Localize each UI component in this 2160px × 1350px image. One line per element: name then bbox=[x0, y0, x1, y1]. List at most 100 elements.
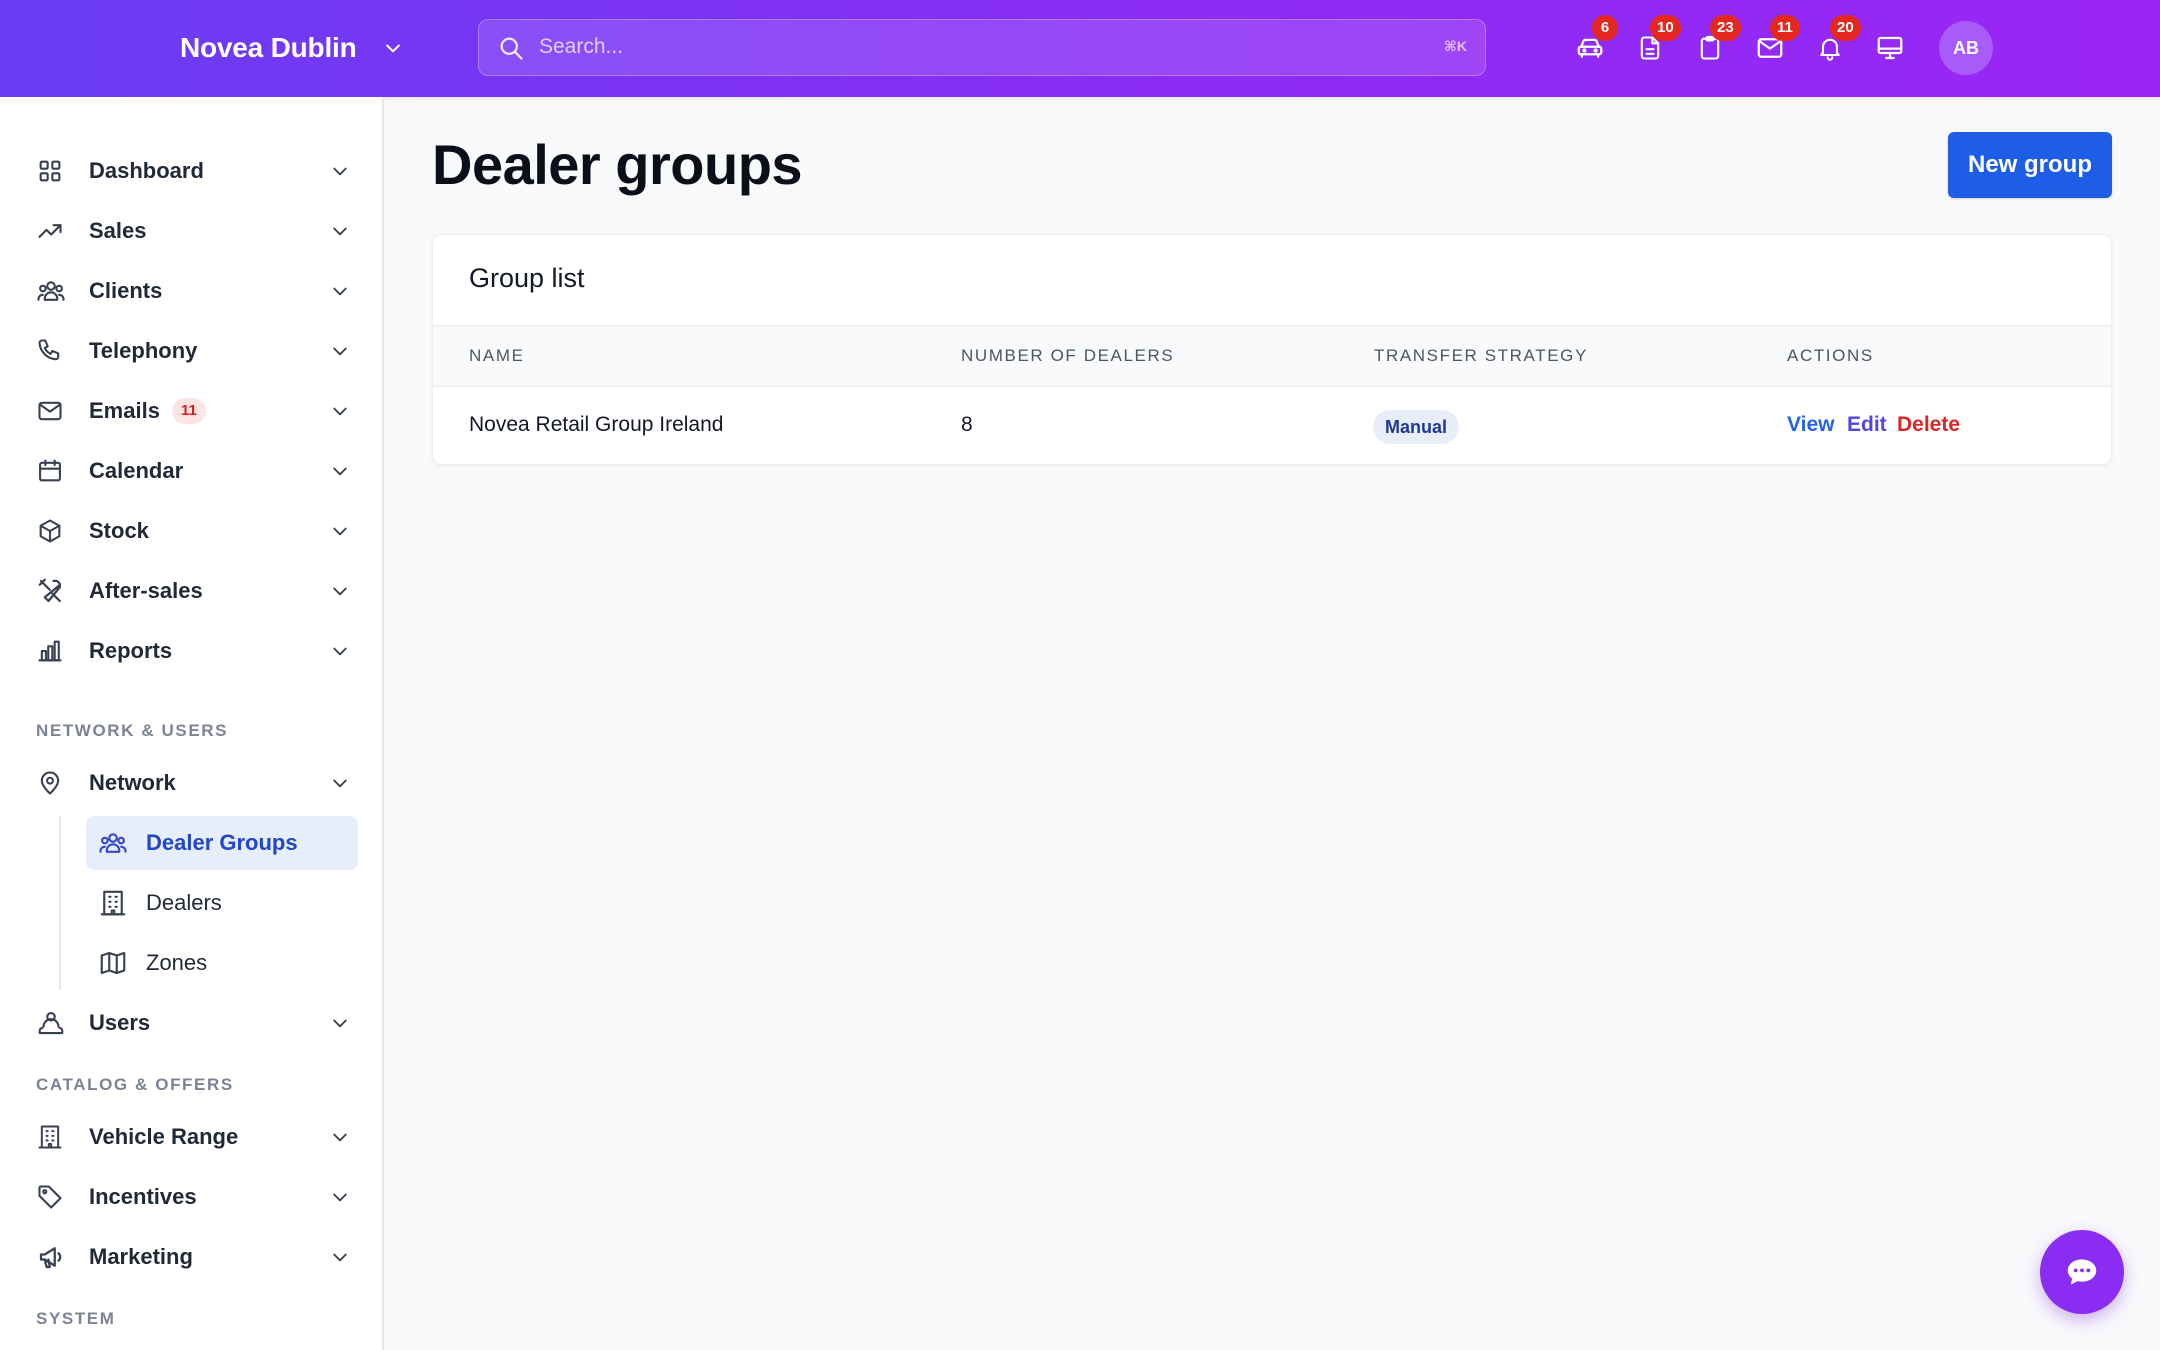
sidebar-item-dashboard[interactable]: Dashboard bbox=[36, 145, 350, 197]
document-badge: 10 bbox=[1650, 15, 1681, 41]
users-icon bbox=[36, 276, 70, 306]
column-header-dealers: NUMBER OF DEALERS bbox=[961, 346, 1175, 365]
notifications-button[interactable]: 20 bbox=[1812, 15, 1861, 66]
chevron-down-icon bbox=[330, 221, 350, 241]
sidebar-item-zones[interactable]: Zones bbox=[86, 936, 358, 990]
search-shortcut: ⌘K bbox=[1443, 38, 1467, 54]
sidebar-section-system: SYSTEM bbox=[36, 1309, 116, 1328]
users-icon bbox=[98, 828, 128, 858]
top-bar: Novea Dublin ⌘K 6 10 23 11 bbox=[0, 0, 2160, 97]
sidebar-item-telephony[interactable]: Telephony bbox=[36, 325, 350, 377]
chevron-down-icon bbox=[330, 401, 350, 421]
delete-link[interactable]: Delete bbox=[1897, 413, 1960, 437]
user-avatar[interactable]: AB bbox=[1939, 21, 1993, 75]
sidebar-item-marketing[interactable]: Marketing bbox=[36, 1231, 350, 1283]
sidebar-item-dealers[interactable]: Dealers bbox=[86, 876, 358, 930]
sidebar-item-label: Vehicle Range bbox=[89, 1124, 239, 1149]
dealer-count: 8 bbox=[961, 413, 973, 436]
sidebar-item-calendar[interactable]: Calendar bbox=[36, 445, 350, 497]
group-list-card: Group list NAME NUMBER OF DEALERS TRANSF… bbox=[432, 234, 2112, 465]
chevron-down-icon bbox=[330, 1187, 350, 1207]
sidebar-item-network[interactable]: Network bbox=[36, 757, 350, 809]
sidebar-section-catalog: CATALOG & OFFERS bbox=[36, 1075, 234, 1094]
sidebar-item-label: Dealer Groups bbox=[146, 830, 298, 855]
documents-button[interactable]: 10 bbox=[1632, 15, 1681, 66]
chevron-down-icon bbox=[330, 341, 350, 361]
chat-button[interactable] bbox=[2040, 1230, 2124, 1314]
chevron-down-icon bbox=[383, 38, 403, 58]
table-row: Novea Retail Group Ireland 8 Manual View… bbox=[433, 387, 2111, 464]
mail-badge: 11 bbox=[1770, 15, 1800, 41]
column-header-strategy: TRANSFER STRATEGY bbox=[1374, 346, 1588, 365]
chevron-down-icon bbox=[330, 773, 350, 793]
chevron-down-icon bbox=[330, 641, 350, 661]
group-name: Novea Retail Group Ireland bbox=[469, 413, 724, 436]
display-button[interactable] bbox=[1872, 30, 1908, 66]
brand-name: Novea Dublin bbox=[180, 32, 357, 63]
sidebar-item-label: Sales bbox=[89, 218, 147, 243]
sidebar-item-dealer-groups[interactable]: Dealer Groups bbox=[86, 816, 358, 870]
sidebar-item-vehicle-range[interactable]: Vehicle Range bbox=[36, 1111, 350, 1163]
clipboard-badge: 23 bbox=[1710, 15, 1741, 41]
sidebar-item-reports[interactable]: Reports bbox=[36, 625, 350, 677]
tools-icon bbox=[36, 576, 70, 606]
search-input[interactable] bbox=[539, 20, 1399, 74]
search-bar[interactable]: ⌘K bbox=[478, 19, 1486, 76]
car-button[interactable]: 6 bbox=[1572, 15, 1618, 66]
sidebar-section-network: NETWORK & USERS bbox=[36, 721, 229, 740]
emails-count-badge: 11 bbox=[171, 398, 206, 424]
trending-up-icon bbox=[36, 217, 70, 245]
chevron-down-icon bbox=[330, 161, 350, 181]
messages-button[interactable]: 11 bbox=[1752, 15, 1800, 66]
bell-badge: 20 bbox=[1830, 15, 1861, 41]
tag-icon bbox=[36, 1183, 70, 1211]
map-pin-icon bbox=[36, 769, 70, 797]
phone-icon bbox=[36, 337, 70, 365]
sidebar-item-clients[interactable]: Clients bbox=[36, 265, 350, 317]
chevron-down-icon bbox=[330, 581, 350, 601]
chevron-down-icon bbox=[330, 281, 350, 301]
sidebar-item-users[interactable]: Users bbox=[36, 997, 350, 1049]
monitor-icon bbox=[1875, 33, 1905, 63]
building-icon bbox=[36, 1123, 70, 1151]
chevron-down-icon bbox=[330, 1127, 350, 1147]
mail-icon bbox=[36, 397, 70, 425]
sidebar-item-label: Clients bbox=[89, 278, 163, 303]
chevron-down-icon bbox=[330, 521, 350, 541]
sidebar-item-emails[interactable]: Emails 11 bbox=[36, 385, 350, 437]
sidebar-item-label: Calendar bbox=[89, 458, 184, 483]
sidebar-item-label: Dealers bbox=[146, 890, 222, 915]
view-link[interactable]: View bbox=[1787, 413, 1834, 437]
cube-icon bbox=[36, 517, 70, 545]
sidebar-item-label: Zones bbox=[146, 950, 208, 975]
chevron-down-icon bbox=[330, 1013, 350, 1033]
page-title: Dealer groups bbox=[432, 133, 803, 196]
sidebar-item-label: Users bbox=[89, 1010, 151, 1035]
grid-icon bbox=[36, 157, 70, 185]
strategy-badge: Manual bbox=[1373, 410, 1460, 444]
sidebar-item-label: Emails bbox=[89, 398, 160, 423]
new-group-button[interactable]: New group bbox=[1948, 132, 2112, 198]
sidebar-item-label: Dashboard bbox=[89, 158, 204, 183]
sidebar-item-label: Incentives bbox=[89, 1184, 197, 1209]
edit-link[interactable]: Edit bbox=[1847, 413, 1887, 437]
tree-connector bbox=[59, 816, 61, 990]
chart-bars-icon bbox=[36, 637, 70, 665]
sidebar-item-label: Marketing bbox=[89, 1244, 193, 1269]
calendar-icon bbox=[36, 457, 70, 485]
sidebar-item-stock[interactable]: Stock bbox=[36, 505, 350, 557]
sidebar-item-after-sales[interactable]: After-sales bbox=[36, 565, 350, 617]
chevron-down-icon bbox=[330, 1247, 350, 1267]
chevron-down-icon bbox=[330, 461, 350, 481]
card-title: Group list bbox=[469, 263, 585, 293]
sidebar-item-label: Telephony bbox=[89, 338, 198, 363]
map-icon bbox=[98, 948, 128, 978]
search-icon bbox=[497, 34, 525, 62]
sidebar-item-label: After-sales bbox=[89, 578, 203, 603]
building-icon bbox=[98, 888, 128, 918]
column-header-actions: ACTIONS bbox=[1787, 346, 1874, 365]
brand-switcher[interactable]: Novea Dublin bbox=[180, 30, 403, 66]
sidebar-item-incentives[interactable]: Incentives bbox=[36, 1171, 350, 1223]
tasks-button[interactable]: 23 bbox=[1692, 15, 1741, 66]
sidebar-item-sales[interactable]: Sales bbox=[36, 205, 350, 257]
